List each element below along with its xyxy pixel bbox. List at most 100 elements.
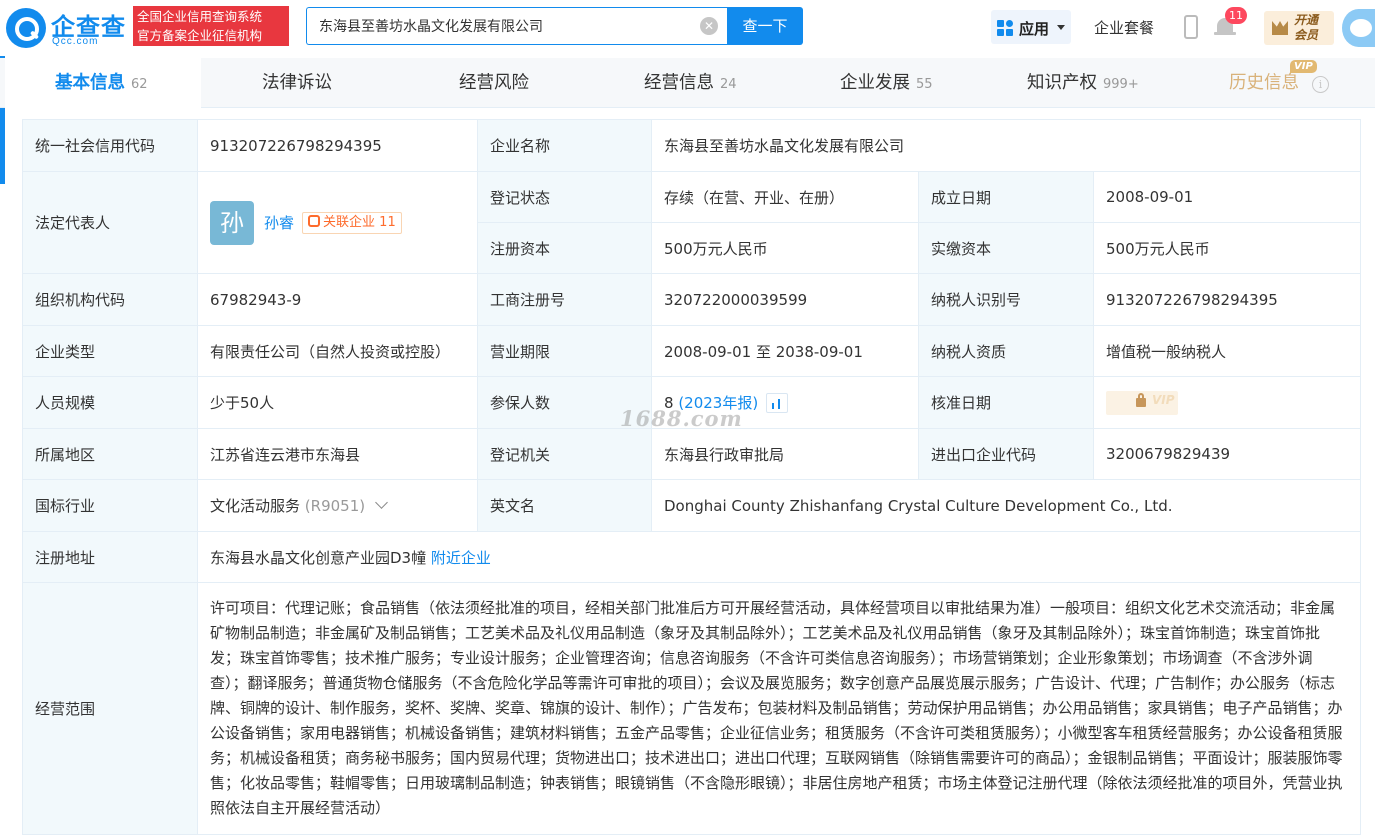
- open-vip-button[interactable]: 开通 会员: [1264, 11, 1334, 45]
- found-date-value: 2008-09-01: [1092, 171, 1362, 223]
- vip-locked-value[interactable]: VIP: [1106, 390, 1178, 415]
- apps-button[interactable]: 应用: [991, 10, 1071, 44]
- clear-icon[interactable]: ✕: [700, 17, 718, 35]
- cell-label: 登记机关: [477, 428, 652, 480]
- industry-cell: 文化活动服务 (R9051): [197, 479, 478, 532]
- tab-count: 62: [131, 77, 148, 92]
- apps-label: 应用: [1019, 20, 1050, 38]
- tab-development[interactable]: 企业发展 55: [840, 58, 933, 108]
- reg-status-value: 存续（在营、开业、在册）: [651, 171, 919, 223]
- tab-label: 历史信息: [1229, 73, 1299, 93]
- vip-line-1: 开通: [1294, 13, 1319, 27]
- address-value: 东海县水晶文化创意产业园D3幢: [210, 548, 427, 567]
- chevron-down-icon[interactable]: [375, 496, 388, 509]
- org-code-value: 67982943-9: [197, 273, 478, 326]
- legal-rep-name[interactable]: 孙睿: [264, 214, 294, 232]
- related-count: 11: [379, 214, 396, 230]
- table-row: 法定代表人 孙孙睿 关联企业 11 登记状态 存续（在营、开业、在册） 成立日期 …: [22, 171, 1362, 274]
- company-name-value: 东海县至善坊水晶文化发展有限公司: [650, 119, 1362, 172]
- cell-label: 注册资本: [477, 222, 652, 274]
- credit-code-value: 913207226798294395: [197, 119, 478, 172]
- vip-line-2: 会员: [1294, 28, 1319, 42]
- watermark: 1688.com: [620, 406, 743, 431]
- taxpayer-qual-value: 增值税一般纳税人: [1092, 325, 1362, 377]
- search-button[interactable]: 查一下: [727, 7, 803, 45]
- cell-label: 企业名称: [477, 119, 652, 172]
- table-row: 所属地区 江苏省连云港市东海县 登记机关 东海县行政审批局 进出口企业代码 32…: [22, 428, 1362, 480]
- tab-label: 知识产权: [1027, 73, 1097, 93]
- notification-badge: 11: [1225, 7, 1247, 24]
- tab-basic-info[interactable]: 基本信息 62: [5, 58, 201, 108]
- approval-date-cell: VIP: [1092, 376, 1362, 429]
- cell-label: 人员规模: [22, 376, 198, 429]
- cell-label: 工商注册号: [477, 273, 652, 326]
- site-logo[interactable]: 企查查 Qcc.com: [6, 6, 130, 50]
- table-row: 注册地址 东海县水晶文化创意产业园D3幢 附近企业: [22, 531, 1362, 583]
- related-companies-badge[interactable]: 关联企业 11: [302, 211, 402, 234]
- cell-label: 核准日期: [918, 376, 1094, 429]
- crown-icon: [1272, 21, 1288, 35]
- cell-label: 所属地区: [22, 428, 198, 480]
- vip-tag: VIP: [1290, 60, 1317, 73]
- cell-label: 纳税人识别号: [918, 273, 1094, 326]
- person-avatar[interactable]: 孙: [210, 200, 254, 245]
- table-row: 企业类型 有限责任公司（自然人投资或控股） 营业期限 2008-09-01 至 …: [22, 325, 1362, 377]
- biz-term-value: 2008-09-01 至 2038-09-01: [651, 325, 919, 377]
- apps-grid-icon: [997, 20, 1013, 36]
- reg-capital-value: 500万元人民币: [651, 222, 919, 274]
- address-cell: 东海县水晶文化创意产业园D3幢 附近企业: [196, 531, 1362, 583]
- tab-count: 999+: [1103, 77, 1139, 92]
- badge-line-2: 官方备案企业征信机构: [137, 28, 263, 43]
- cell-label: 成立日期: [918, 171, 1094, 223]
- logo-search-icon: [6, 8, 46, 48]
- table-row: 组织机构代码 67982943-9 工商注册号 320722000039599 …: [22, 273, 1362, 326]
- cell-label: 经营范围: [22, 582, 198, 835]
- tab-count: 55: [916, 77, 933, 92]
- tab-label: 法律诉讼: [262, 73, 332, 93]
- ie-code-value: 3200679829439: [1092, 428, 1362, 480]
- user-avatar[interactable]: [1342, 9, 1375, 47]
- tab-label: 经营信息: [644, 73, 714, 93]
- nearby-companies-link[interactable]: 附近企业: [431, 549, 491, 567]
- search-box: ✕: [306, 7, 728, 45]
- english-name-value: Donghai County Zhishanfang Crystal Cultu…: [650, 479, 1362, 532]
- enterprise-package-link[interactable]: 企业套餐: [1094, 17, 1154, 38]
- legal-rep-cell: 孙孙睿 关联企业 11: [197, 171, 478, 274]
- tab-legal[interactable]: 法律诉讼: [262, 58, 332, 108]
- tab-label: 经营风险: [459, 73, 529, 93]
- tab-history[interactable]: 历史信息: [1229, 58, 1299, 108]
- section-tabs: 基本信息 62 法律诉讼 经营风险 经营信息 24 企业发展 55 知识产权 999+ …: [0, 58, 1375, 108]
- bar-chart-icon[interactable]: [766, 393, 789, 414]
- cell-label: 进出口企业代码: [918, 428, 1094, 480]
- search-input[interactable]: [307, 8, 697, 44]
- region-value: 江苏省连云港市东海县: [197, 428, 478, 480]
- cell-label: 英文名: [477, 479, 652, 532]
- cell-label: 营业期限: [477, 325, 652, 377]
- tab-ip[interactable]: 知识产权 999+: [1027, 58, 1139, 108]
- taxpayer-id-value: 913207226798294395: [1092, 273, 1362, 326]
- vip-lock-text: VIP: [1152, 392, 1175, 407]
- cell-label: 法定代表人: [22, 171, 198, 274]
- industry-value: 文化活动服务: [210, 497, 301, 515]
- table-row: 国标行业 文化活动服务 (R9051) 英文名 Donghai County Z…: [22, 479, 1362, 532]
- staff-size-value: 少于50人: [197, 376, 478, 429]
- cell-label: 实缴资本: [918, 222, 1094, 274]
- related-icon: [308, 214, 321, 227]
- cell-label: 注册地址: [22, 531, 198, 583]
- related-label: 关联企业: [323, 214, 376, 230]
- basic-info-table: 统一社会信用代码 913207226798294395 企业名称 东海县至善坊水…: [22, 119, 1362, 835]
- tab-operation[interactable]: 经营信息 24: [644, 58, 737, 108]
- cell-label: 企业类型: [22, 325, 198, 377]
- info-icon[interactable]: i: [1312, 76, 1329, 93]
- lock-icon: [1136, 392, 1146, 407]
- company-type-value: 有限责任公司（自然人投资或控股）: [197, 325, 478, 377]
- tab-risk[interactable]: 经营风险: [459, 58, 529, 108]
- cell-label: 纳税人资质: [918, 325, 1094, 377]
- paid-capital-value: 500万元人民币: [1092, 222, 1362, 274]
- biz-reg-no-value: 320722000039599: [651, 273, 919, 326]
- official-badge[interactable]: 全国企业信用查询系统 官方备案企业征信机构: [133, 6, 289, 46]
- table-row: 统一社会信用代码 913207226798294395 企业名称 东海县至善坊水…: [22, 119, 1362, 172]
- logo-subtext: Qcc.com: [52, 36, 99, 47]
- caret-down-icon: [1057, 25, 1065, 30]
- mobile-phone-icon[interactable]: [1184, 15, 1198, 39]
